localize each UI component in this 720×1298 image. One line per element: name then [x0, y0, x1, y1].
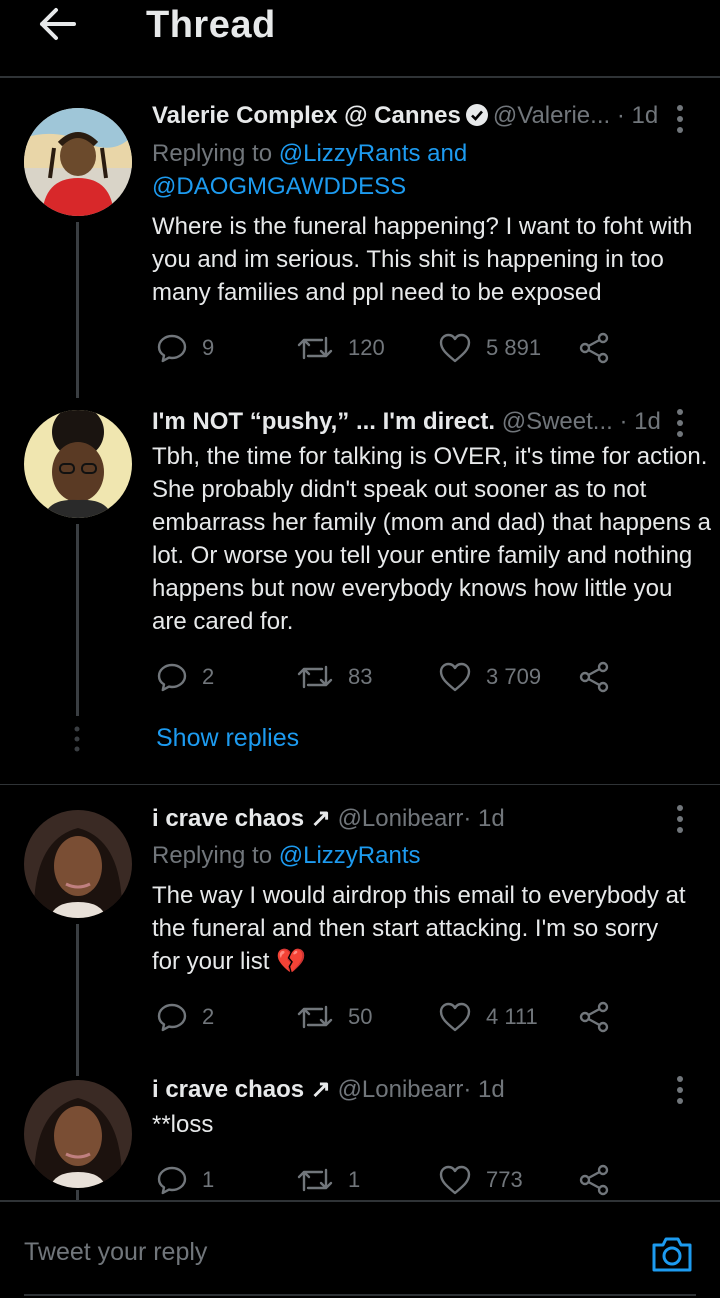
- more-options-icon[interactable]: [670, 104, 690, 134]
- thread-ellipsis-icon: [74, 726, 80, 752]
- back-arrow-icon[interactable]: [34, 4, 78, 44]
- heart-icon: [439, 1165, 471, 1195]
- reply-button[interactable]: 9: [156, 330, 214, 366]
- tweet-text: **loss: [152, 1111, 214, 1138]
- share-button[interactable]: [578, 659, 626, 695]
- share-icon: [579, 1001, 609, 1033]
- share-icon: [579, 332, 609, 364]
- broken-heart-emoji: 💔: [276, 948, 306, 975]
- handle[interactable]: @Valerie...: [493, 102, 610, 129]
- display-name[interactable]: i crave chaos: [152, 1076, 304, 1103]
- retweet-count: 83: [348, 664, 373, 689]
- retweet-count: 50: [348, 1004, 373, 1029]
- share-button[interactable]: [578, 999, 626, 1035]
- tweet-header: Valerie Complex @ Cannes @Valerie... · 1d: [152, 102, 658, 130]
- avatar[interactable]: [24, 410, 132, 518]
- heart-icon: [439, 662, 471, 692]
- share-icon: [579, 661, 609, 693]
- tweet-actions: 1 1 773: [152, 1162, 622, 1198]
- more-options-icon[interactable]: [670, 1075, 690, 1105]
- reply-button[interactable]: 2: [156, 999, 214, 1035]
- reply-count: 9: [202, 335, 215, 360]
- more-options-icon[interactable]: [670, 804, 690, 834]
- divider: [0, 784, 720, 785]
- tweet-actions: 2 50 4 111: [152, 999, 622, 1035]
- handle[interactable]: @Sweet...: [502, 408, 613, 435]
- like-button[interactable]: 773: [438, 1162, 523, 1198]
- retweet-icon: [297, 336, 333, 360]
- thread-line: [76, 1190, 79, 1200]
- like-count: 5 891: [486, 335, 542, 360]
- reply-icon: [157, 334, 187, 363]
- retweet-icon: [297, 1005, 333, 1029]
- like-count: 773: [486, 1167, 523, 1192]
- tweet-text: Tbh, the time for talking is OVER, it's …: [152, 443, 711, 635]
- tweet-header: I'm NOT “pushy,” ... I'm direct. @Sweet.…: [152, 408, 661, 436]
- replying-to: Replying to @LizzyRants and @DAOGMGAWDDE…: [152, 140, 468, 200]
- thread-line: [76, 222, 79, 398]
- verified-icon: [465, 104, 488, 126]
- reply-button[interactable]: 1: [156, 1162, 214, 1198]
- reply-icon: [157, 663, 187, 692]
- reply-count: 2: [202, 664, 215, 689]
- reply-button[interactable]: 2: [156, 659, 214, 695]
- tweet-actions: 2 83 3 709: [152, 659, 622, 695]
- top-bar: Thread: [0, 0, 720, 78]
- retweet-icon: [297, 665, 333, 689]
- camera-icon[interactable]: [650, 1232, 694, 1276]
- reply-input[interactable]: Tweet your reply: [24, 1238, 207, 1267]
- handle[interactable]: @Lonibearr: [338, 1076, 464, 1103]
- input-underline: [24, 1294, 696, 1296]
- tweet-text: Where is the funeral happening? I want t…: [152, 213, 693, 306]
- like-button[interactable]: 4 111: [438, 999, 538, 1035]
- reply-icon: [157, 1003, 187, 1032]
- reply-users-link[interactable]: @LizzyRants: [279, 842, 421, 869]
- retweet-button[interactable]: 1: [296, 1162, 360, 1198]
- retweet-button[interactable]: 120: [296, 330, 385, 366]
- reply-count: 2: [202, 1004, 215, 1029]
- thread-line: [76, 524, 79, 716]
- timestamp: · 1d: [463, 805, 505, 832]
- page-title: Thread: [146, 4, 276, 46]
- more-options-icon[interactable]: [670, 408, 690, 438]
- tweet-text: The way I would airdrop this email to ev…: [152, 882, 686, 975]
- display-name[interactable]: Valerie Complex @ Cannes: [152, 102, 461, 129]
- retweet-button[interactable]: 83: [296, 659, 372, 695]
- timestamp: · 1d: [616, 102, 659, 129]
- retweet-icon: [297, 1168, 333, 1192]
- display-name[interactable]: i crave chaos: [152, 805, 304, 832]
- heart-icon: [439, 333, 471, 363]
- replying-to: Replying to @LizzyRants: [152, 842, 421, 869]
- share-icon: [579, 1164, 609, 1196]
- like-count: 3 709: [486, 664, 542, 689]
- timestamp: · 1d: [463, 1076, 505, 1103]
- tweet-actions: 9 120 5 891: [152, 330, 622, 366]
- avatar[interactable]: [24, 810, 132, 918]
- avatar[interactable]: [24, 108, 132, 216]
- share-button[interactable]: [578, 1162, 626, 1198]
- retweet-button[interactable]: 50: [296, 999, 372, 1035]
- heart-icon: [439, 1002, 471, 1032]
- handle[interactable]: @Lonibearr: [338, 805, 464, 832]
- reply-composer: Tweet your reply: [0, 1200, 720, 1298]
- thread-line: [76, 924, 79, 1076]
- timestamp: · 1d: [619, 408, 661, 435]
- locked-arrow-icon: ↗: [310, 1076, 331, 1103]
- display-name[interactable]: I'm NOT “pushy,” ... I'm direct.: [152, 408, 495, 435]
- like-button[interactable]: 3 709: [438, 659, 541, 695]
- tweet-header: i crave chaos ↗ @Lonibearr· 1d: [152, 1075, 505, 1104]
- like-count: 4 111: [486, 1004, 538, 1029]
- tweet-header: i crave chaos ↗ @Lonibearr· 1d: [152, 804, 505, 833]
- show-replies-link[interactable]: Show replies: [156, 724, 299, 753]
- reply-count: 1: [202, 1167, 215, 1192]
- like-button[interactable]: 5 891: [438, 330, 541, 366]
- share-button[interactable]: [578, 330, 626, 366]
- locked-arrow-icon: ↗: [310, 805, 331, 832]
- avatar[interactable]: [24, 1080, 132, 1188]
- retweet-count: 1: [348, 1167, 361, 1192]
- retweet-count: 120: [348, 335, 385, 360]
- reply-icon: [157, 1166, 187, 1195]
